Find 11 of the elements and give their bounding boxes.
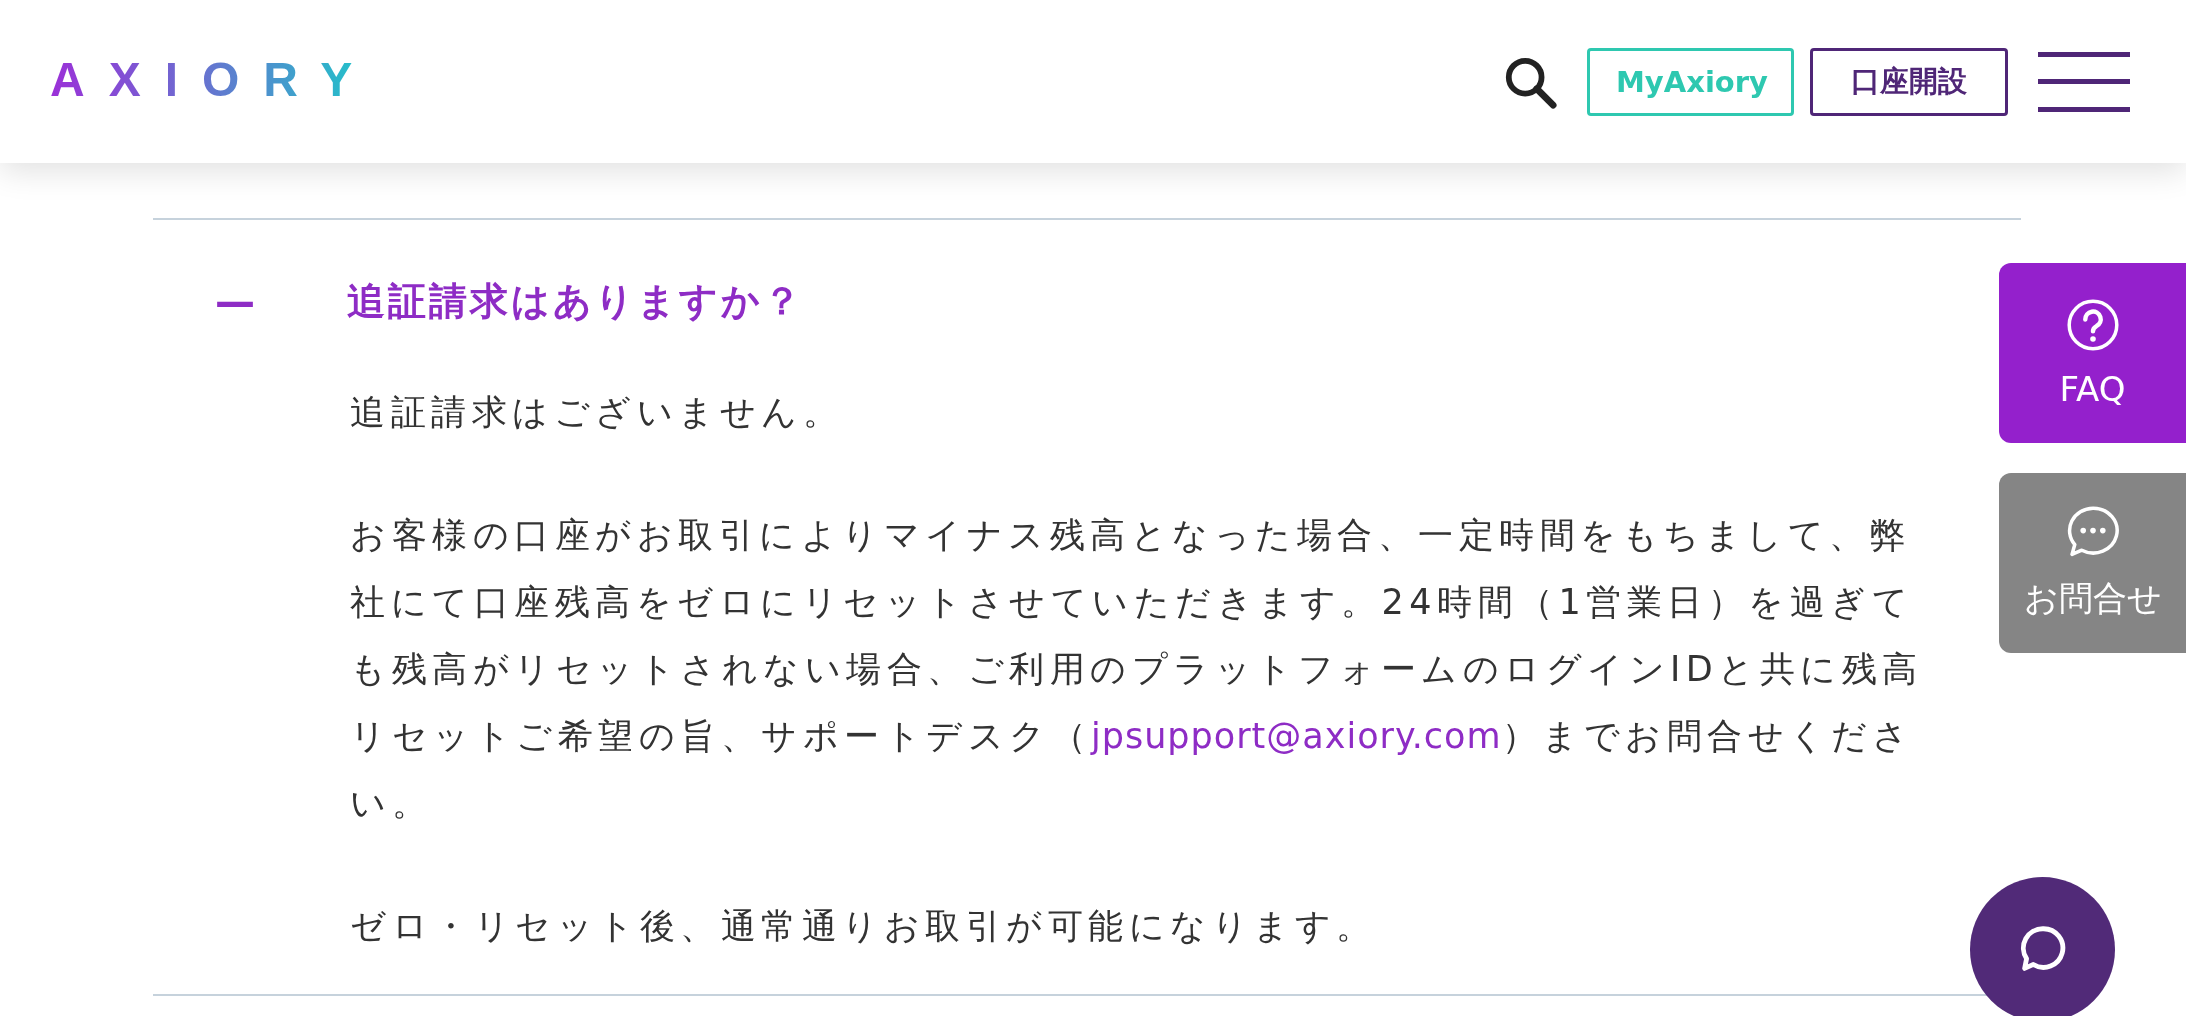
faq-question[interactable]: 追証請求はありますか？ [347, 276, 804, 327]
email-link[interactable]: jpsupport@axiory.com [1091, 716, 1502, 756]
faq-button[interactable]: FAQ [1999, 263, 2186, 443]
answer-paragraph: 追証請求はございません。 [350, 391, 844, 434]
open-account-button[interactable]: 口座開設 [1810, 47, 2008, 116]
answer-paragraph: ゼロ・リセット後、通常通りお取引が可能になります。 [350, 905, 1378, 948]
question-circle-icon [2064, 297, 2121, 353]
menu-icon[interactable] [2038, 51, 2130, 112]
collapse-toggle[interactable]: — [215, 278, 255, 325]
contact-button[interactable]: お問合せ [1999, 473, 2186, 653]
answer-paragraph: お客様の口座がお取引によりマイナス残高となった場合、一定時間をもちまして、弊社にて口座残高をゼロにリセットさせていただきます。24時間（1営業日）を過ぎても残高がリセットされない場合、ご利用のプラットフォームのログインIDと共に残高リセットご希望の旨、サポートデスク（jpsupport@axiory.com）までお問合せください。 [350, 514, 1924, 825]
